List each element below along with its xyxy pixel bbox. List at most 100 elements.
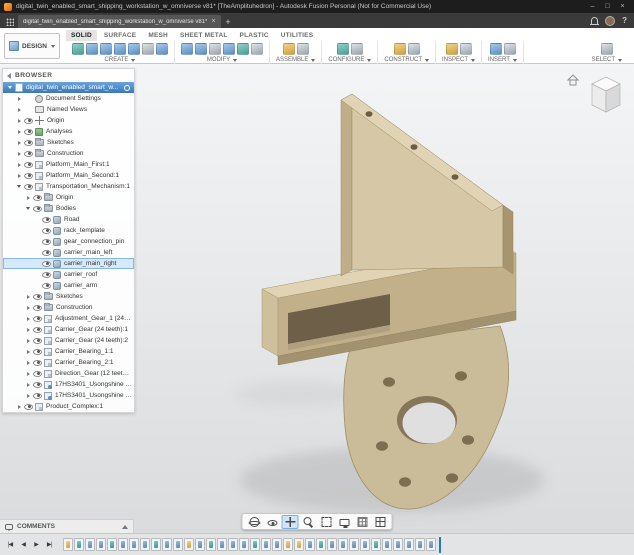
data-panel-toggle[interactable] xyxy=(2,15,18,28)
comments-bar[interactable]: COMMENTS xyxy=(0,519,134,533)
visibility-eye-icon[interactable] xyxy=(33,371,42,377)
timeline-feature-marker-11[interactable] xyxy=(173,538,183,551)
pan-button[interactable] xyxy=(282,515,299,529)
expander-closed-icon[interactable] xyxy=(15,119,23,123)
fillet-icon[interactable] xyxy=(195,43,207,55)
browser-row-adjustment-gear-1-24-teeth-1[interactable]: Adjustment_Gear_1 (24 teeth):1 xyxy=(3,313,134,324)
visibility-eye-icon[interactable] xyxy=(24,404,33,410)
visibility-eye-icon[interactable] xyxy=(42,272,51,278)
timeline-component-marker-1[interactable] xyxy=(63,538,73,551)
offset-face-icon[interactable] xyxy=(237,43,249,55)
timeline-sketch-marker-18[interactable] xyxy=(250,538,260,551)
browser-row-transportation-mechanism-1[interactable]: Transportation_Mechanism:1 xyxy=(3,181,134,192)
timeline-feature-marker-4[interactable] xyxy=(96,538,106,551)
construction-axis-icon[interactable] xyxy=(408,43,420,55)
visibility-eye-icon[interactable] xyxy=(33,316,42,322)
browser-row-analyses[interactable]: Analyses xyxy=(3,126,134,137)
loft-icon[interactable] xyxy=(142,43,154,55)
timeline-sketch-marker-14[interactable] xyxy=(206,538,216,551)
timeline-feature-marker-31[interactable] xyxy=(393,538,403,551)
go-to-start-button[interactable]: |◀ xyxy=(4,539,16,551)
browser-row-construction[interactable]: Construction xyxy=(3,302,134,313)
expander-closed-icon[interactable] xyxy=(24,306,32,310)
browser-row-platform-main-second-1[interactable]: Platform_Main_Second:1 xyxy=(3,170,134,181)
timeline-feature-marker-32[interactable] xyxy=(404,538,414,551)
ribbon-dropdown-modify[interactable]: MODIFY xyxy=(207,57,237,63)
browser-row-17hs3401-usongshine-x[interactable]: 17HS3401_Usongshine x... xyxy=(3,379,134,390)
visibility-eye-icon[interactable] xyxy=(24,173,33,179)
split-body-icon[interactable] xyxy=(251,43,263,55)
expander-closed-icon[interactable] xyxy=(24,317,32,321)
viewports-button[interactable] xyxy=(372,515,389,529)
visibility-eye-icon[interactable] xyxy=(42,228,51,234)
browser-row-road[interactable]: Road xyxy=(3,214,134,225)
fit-button[interactable] xyxy=(318,515,335,529)
new-tab-button[interactable]: + xyxy=(221,15,236,28)
ribbon-dropdown-create[interactable]: CREATE xyxy=(105,57,136,63)
timeline-feature-marker-20[interactable] xyxy=(272,538,282,551)
timeline-component-marker-22[interactable] xyxy=(294,538,304,551)
expander-closed-icon[interactable] xyxy=(15,152,23,156)
timeline-feature-marker-8[interactable] xyxy=(140,538,150,551)
browser-row-sketches[interactable]: Sketches xyxy=(3,291,134,302)
expander-open-icon[interactable] xyxy=(15,185,23,188)
expand-comments-icon[interactable] xyxy=(122,525,128,529)
construction-plane-icon[interactable] xyxy=(394,43,406,55)
joint-icon[interactable] xyxy=(297,43,309,55)
expander-closed-icon[interactable] xyxy=(15,405,23,409)
visibility-eye-icon[interactable] xyxy=(33,349,42,355)
timeline-sketch-marker-9[interactable] xyxy=(151,538,161,551)
browser-row-origin[interactable]: Origin xyxy=(3,115,134,126)
ribbon-tab-plastic[interactable]: PLASTIC xyxy=(235,30,274,41)
browser-row-carrier-bearing-1-1[interactable]: Carrier_Bearing_1:1 xyxy=(3,346,134,357)
browser-row-platform-main-first-1[interactable]: Platform_Main_First:1 xyxy=(3,159,134,170)
ribbon-tab-surface[interactable]: SURFACE xyxy=(99,30,141,41)
expander-closed-icon[interactable] xyxy=(24,350,32,354)
ribbon-tab-sheet-metal[interactable]: SHEET METAL xyxy=(175,30,233,41)
browser-row-sketches[interactable]: Sketches xyxy=(3,137,134,148)
visibility-eye-icon[interactable] xyxy=(33,360,42,366)
configuration-table-icon[interactable] xyxy=(351,43,363,55)
timeline-feature-marker-6[interactable] xyxy=(118,538,128,551)
visibility-eye-icon[interactable] xyxy=(33,294,42,300)
model-fin-side-face[interactable] xyxy=(341,94,352,276)
view-cube[interactable] xyxy=(566,72,628,120)
timeline-feature-marker-26[interactable] xyxy=(338,538,348,551)
ribbon-dropdown-inspect[interactable]: INSPECT xyxy=(442,57,475,63)
browser-row-carrier-gear-24-teeth-1[interactable]: Carrier_Gear (24 teeth):1 xyxy=(3,324,134,335)
expander-closed-icon[interactable] xyxy=(15,141,23,145)
visibility-eye-icon[interactable] xyxy=(42,239,51,245)
new-component-icon[interactable] xyxy=(283,43,295,55)
browser-row-carrier-arm[interactable]: carrier_arm xyxy=(3,280,134,291)
create-sketch-icon[interactable] xyxy=(72,43,84,55)
expander-closed-icon[interactable] xyxy=(15,108,23,112)
ribbon-tab-utilities[interactable]: UTILITIES xyxy=(276,30,319,41)
browser-row-carrier-gear-24-teeth-2[interactable]: Carrier_Gear (24 teeth):2 xyxy=(3,335,134,346)
browser-row-construction[interactable]: Construction xyxy=(3,148,134,159)
expander-closed-icon[interactable] xyxy=(15,163,23,167)
expander-closed-icon[interactable] xyxy=(24,394,32,398)
visibility-eye-icon[interactable] xyxy=(42,283,51,289)
orbit-button[interactable] xyxy=(246,515,263,529)
browser-row-17hs3401-usongshine-x[interactable]: 17HS3401_Usongshine x... xyxy=(3,390,134,401)
shell-icon[interactable] xyxy=(209,43,221,55)
expander-closed-icon[interactable] xyxy=(15,174,23,178)
visibility-eye-icon[interactable] xyxy=(42,261,51,267)
ribbon-tab-solid[interactable]: SOLID xyxy=(66,30,97,41)
view-cube-faces[interactable] xyxy=(592,77,620,112)
grid-and-snaps-button[interactable] xyxy=(354,515,371,529)
visibility-eye-icon[interactable] xyxy=(24,151,33,157)
document-tab[interactable]: digital_twin_enabled_smart_shipping_work… xyxy=(18,15,221,28)
visibility-eye-icon[interactable] xyxy=(33,393,42,399)
ribbon-dropdown-select[interactable]: SELECT xyxy=(592,57,622,63)
extrude-icon[interactable] xyxy=(100,43,112,55)
hole-icon[interactable] xyxy=(156,43,168,55)
timeline-feature-marker-25[interactable] xyxy=(327,538,337,551)
timeline-feature-marker-33[interactable] xyxy=(415,538,425,551)
home-icon[interactable] xyxy=(568,75,578,85)
close-button[interactable]: × xyxy=(615,1,630,13)
expander-closed-icon[interactable] xyxy=(24,196,32,200)
combine-icon[interactable] xyxy=(223,43,235,55)
timeline-component-marker-12[interactable] xyxy=(184,538,194,551)
step-back-button[interactable]: ◀ xyxy=(17,539,29,551)
